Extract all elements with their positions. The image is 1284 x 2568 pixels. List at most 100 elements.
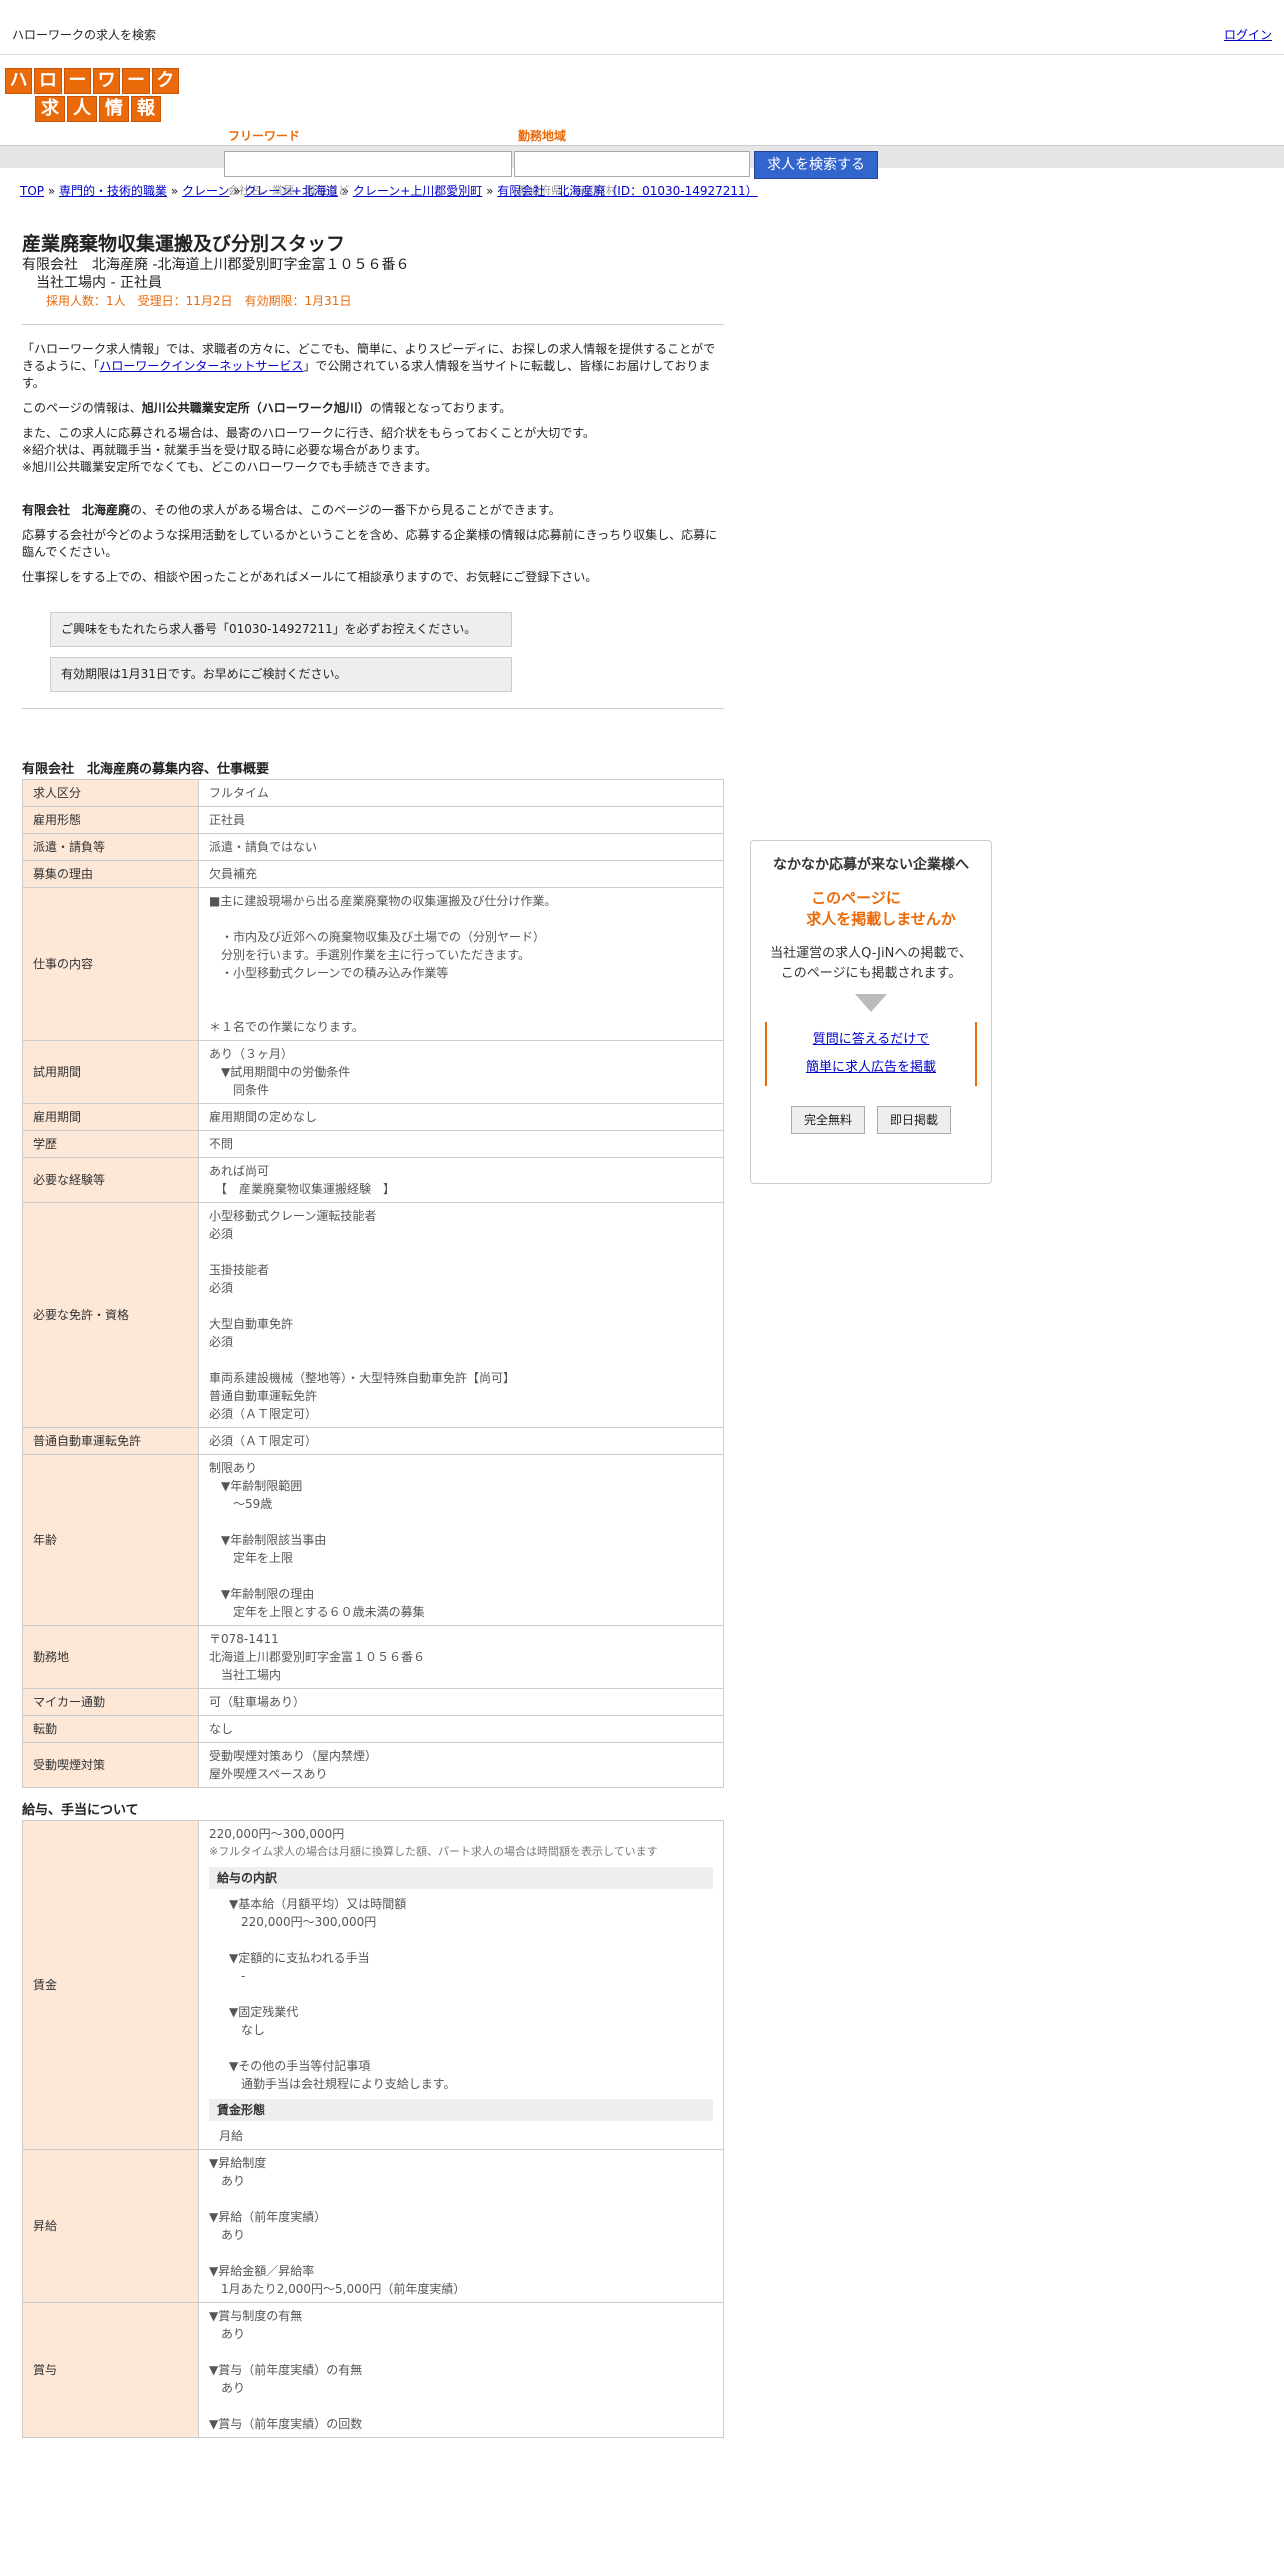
row-label: 普通自動車運転免許 — [22, 1427, 199, 1455]
row-label: 年齢 — [22, 1454, 199, 1626]
row-value: 雇用期間の定めなし — [198, 1103, 724, 1131]
row-value: 派遣・請負ではない — [198, 833, 724, 861]
section-title-overview: 有限会社 北海産廃の募集内容、仕事概要 — [22, 762, 270, 777]
ad-catch-line1: このページに — [811, 889, 901, 907]
table-row: 転勤 なし — [22, 1715, 724, 1743]
breadcrumb-separator: » — [167, 184, 182, 198]
hellowork-internet-link[interactable]: ハローワークインターネットサービス — [99, 359, 303, 373]
keyword-label: フリーワード — [228, 129, 301, 143]
row-label: 募集の理由 — [22, 860, 199, 888]
login-link[interactable]: ログイン — [1224, 26, 1272, 44]
row-value: 220,000円〜300,000円 ※フルタイム求人の場合は月額に換算した額、パ… — [198, 1820, 724, 2150]
table-row: 仕事の内容 ■主に建設現場から出る産業廃棄物の収集運搬及び仕分け作業。 ・市内及び… — [22, 887, 724, 1041]
ad-link-box: 質問に答えるだけで 簡単に求人広告を掲載 — [765, 1022, 977, 1086]
notice-job-number: ご興味をもたれたら求人番号「01030-14927211」を必ずお控えください。 — [50, 612, 512, 647]
intro-p2a: このページの情報は、 — [22, 401, 142, 415]
table-row: 普通自動車運転免許 必須（ＡＴ限定可） — [22, 1427, 724, 1455]
row-label: マイカー通勤 — [22, 1688, 199, 1716]
area-label: 勤務地域 — [518, 129, 567, 143]
wage-breakdown: ▼基本給（月額平均）又は時間額 220,000円〜300,000円 ▼定額的に支… — [229, 1897, 456, 2091]
table-row: 雇用期間 雇用期間の定めなし — [22, 1103, 724, 1131]
ad-link-post[interactable]: 簡単に求人広告を掲載 — [767, 1054, 975, 1082]
row-label: 派遣・請負等 — [22, 833, 199, 861]
logo-char: ハ — [5, 68, 33, 94]
table-row: 勤務地 〒078-1411 北海道上川郡愛別町字金富１０５６番６ 当社工場内 — [22, 1625, 724, 1689]
ad-text: 当社運営の求人Q-JiNへの掲載で、 このページにも掲載されます。 — [751, 944, 991, 984]
logo-char: ロ — [34, 68, 62, 94]
ad-catch-line2: 求人を掲載しませんか — [806, 910, 956, 928]
breadcrumb-separator: » — [229, 184, 245, 198]
breadcrumb-link[interactable]: クレーン+上川郡愛別町 — [353, 184, 482, 198]
breadcrumb-link[interactable]: TOP — [20, 184, 44, 198]
row-label: 仕事の内容 — [22, 887, 199, 1041]
intro-text: 「ハローワーク求人情報」では、求職者の方々に、どこでも、簡単に、よりスピーディに… — [22, 341, 724, 586]
row-value: ▼昇給制度 あり ▼昇給（前年度実績） あり ▼昇給金額／昇給率 1月あたり2,… — [198, 2149, 724, 2303]
wage-range: 220,000円〜300,000円 — [209, 1827, 345, 1841]
table-row: 派遣・請負等 派遣・請負ではない — [22, 833, 724, 861]
ad-link-questions[interactable]: 質問に答えるだけで — [767, 1026, 975, 1054]
section-title-wage: 給与、手当について — [22, 1803, 139, 1818]
hellowork-logo[interactable]: ハローワーク 求人情報 — [4, 67, 180, 123]
table-row: 募集の理由 欠員補充 — [22, 860, 724, 888]
breakdown-title: 給与の内訳 — [209, 1867, 713, 1889]
job-meta: 採用人数：1人 受理日：11月2日 有効期限：1月31日 — [46, 294, 352, 308]
row-value: ▼賞与制度の有無 あり ▼賞与（前年度実績）の有無 あり ▼賞与（前年度実績）の… — [198, 2302, 724, 2438]
table-row: 雇用形態 正社員 — [22, 806, 724, 834]
overview-table: 求人区分 フルタイム 雇用形態 正社員 派遣・請負等 派遣・請負ではない 募集の理由 欠員補充… — [22, 779, 724, 1788]
row-value: 不問 — [198, 1130, 724, 1158]
row-value: 欠員補充 — [198, 860, 724, 888]
table-row: 必要な経験等 あれば尚可 【 産業廃棄物収集運搬経験 】 — [22, 1157, 724, 1203]
table-row: 昇給 ▼昇給制度 あり ▼昇給（前年度実績） あり ▼昇給金額／昇給率 1月あた… — [22, 2149, 724, 2303]
table-row: 賃金 220,000円〜300,000円 ※フルタイム求人の場合は月額に換算した… — [22, 1820, 724, 2150]
free-button[interactable]: 完全無料 — [790, 1106, 865, 1134]
table-row: マイカー通勤 可（駐車場あり） — [22, 1688, 724, 1716]
divider — [22, 324, 724, 325]
row-value: フルタイム — [198, 779, 724, 807]
row-label: 勤務地 — [22, 1625, 199, 1689]
breadcrumb-link[interactable]: 専門的・技術的職業 — [59, 184, 167, 198]
row-value: 可（駐車場あり） — [198, 1688, 724, 1716]
intro-p2b: の情報となっております。 — [369, 401, 512, 415]
row-value: 必須（ＡＴ限定可） — [198, 1427, 724, 1455]
row-value: 制限あり ▼年齢制限範囲 〜59歳 ▼年齢制限該当事由 定年を上限 ▼年齢制限の… — [198, 1454, 724, 1626]
arrow-down-icon — [855, 994, 887, 1012]
top-bar: ハローワークの求人を検索 ログイン — [0, 0, 1284, 55]
intro-p4: の、その他の求人がある場合は、このページの一番下から見ることができます。 — [130, 503, 561, 517]
logo-char: 情 — [99, 96, 129, 122]
row-label: 賞与 — [22, 2302, 199, 2438]
table-row: 必要な免許・資格 小型移動式クレーン運転技能者 必須 玉掛技能者 必須 大型自動車… — [22, 1202, 724, 1428]
table-row: 賞与 ▼賞与制度の有無 あり ▼賞与（前年度実績）の有無 あり ▼賞与（前年度実… — [22, 2302, 724, 2438]
breadcrumb-separator: » — [482, 184, 498, 198]
row-label: 必要な経験等 — [22, 1157, 199, 1203]
search-button[interactable]: 求人を検索する — [754, 151, 878, 179]
breadcrumb-separator: » — [44, 184, 59, 198]
table-row: 学歴 不問 — [22, 1130, 724, 1158]
row-value: 受動喫煙対策あり（屋内禁煙） 屋外喫煙スペースあり — [198, 1742, 724, 1788]
breadcrumb-link[interactable]: クレーン — [182, 184, 229, 198]
logo-char: 報 — [131, 96, 161, 122]
wage-form: 月給 — [219, 2129, 244, 2143]
row-label: 昇給 — [22, 2149, 199, 2303]
intro-p6: 仕事探しをする上での、相談や困ったことがあればメールにて相談承りますので、お気軽… — [22, 570, 598, 584]
row-label: 求人区分 — [22, 779, 199, 807]
row-label: 試用期間 — [22, 1040, 199, 1104]
breadcrumb-link[interactable]: クレーン+北海道 — [244, 184, 337, 198]
row-label: 学歴 — [22, 1130, 199, 1158]
company-line: 有限会社 北海産廃 -北海道上川郡愛別町字金富１０５６番６ — [22, 257, 410, 273]
area-input[interactable] — [514, 151, 750, 177]
main-content: 産業廃棄物収集運搬及び分別スタッフ 有限会社 北海産廃 -北海道上川郡愛別町字金… — [22, 232, 724, 2438]
wage-note: ※フルタイム求人の場合は月額に換算した額、パート求人の場合は時間額を表示していま… — [209, 1845, 658, 1858]
ad-text-line1: 当社運営の求人Q-JiNへの掲載で、 — [770, 946, 972, 961]
table-row: 試用期間 あり（３ヶ月） ▼試用期間中の労働条件 同条件 — [22, 1040, 724, 1104]
wage-table: 賃金 220,000円〜300,000円 ※フルタイム求人の場合は月額に換算した… — [22, 1820, 724, 2438]
ad-text-line2: このページにも掲載されます。 — [780, 966, 962, 981]
job-title: 産業廃棄物収集運搬及び分別スタッフ — [22, 233, 346, 255]
table-row: 年齢 制限あり ▼年齢制限範囲 〜59歳 ▼年齢制限該当事由 定年を上限 ▼年齢制… — [22, 1454, 724, 1626]
divider — [22, 708, 724, 709]
office-name: 旭川公共職業安定所（ハローワーク旭川） — [141, 401, 370, 415]
same-day-button[interactable]: 即日掲載 — [877, 1106, 952, 1134]
row-value: あり（３ヶ月） ▼試用期間中の労働条件 同条件 — [198, 1040, 724, 1104]
keyword-input[interactable] — [224, 151, 512, 177]
row-label: 雇用形態 — [22, 806, 199, 834]
breadcrumb-link[interactable]: 有限会社 北海産廃（ID：01030-14927211） — [497, 184, 757, 198]
